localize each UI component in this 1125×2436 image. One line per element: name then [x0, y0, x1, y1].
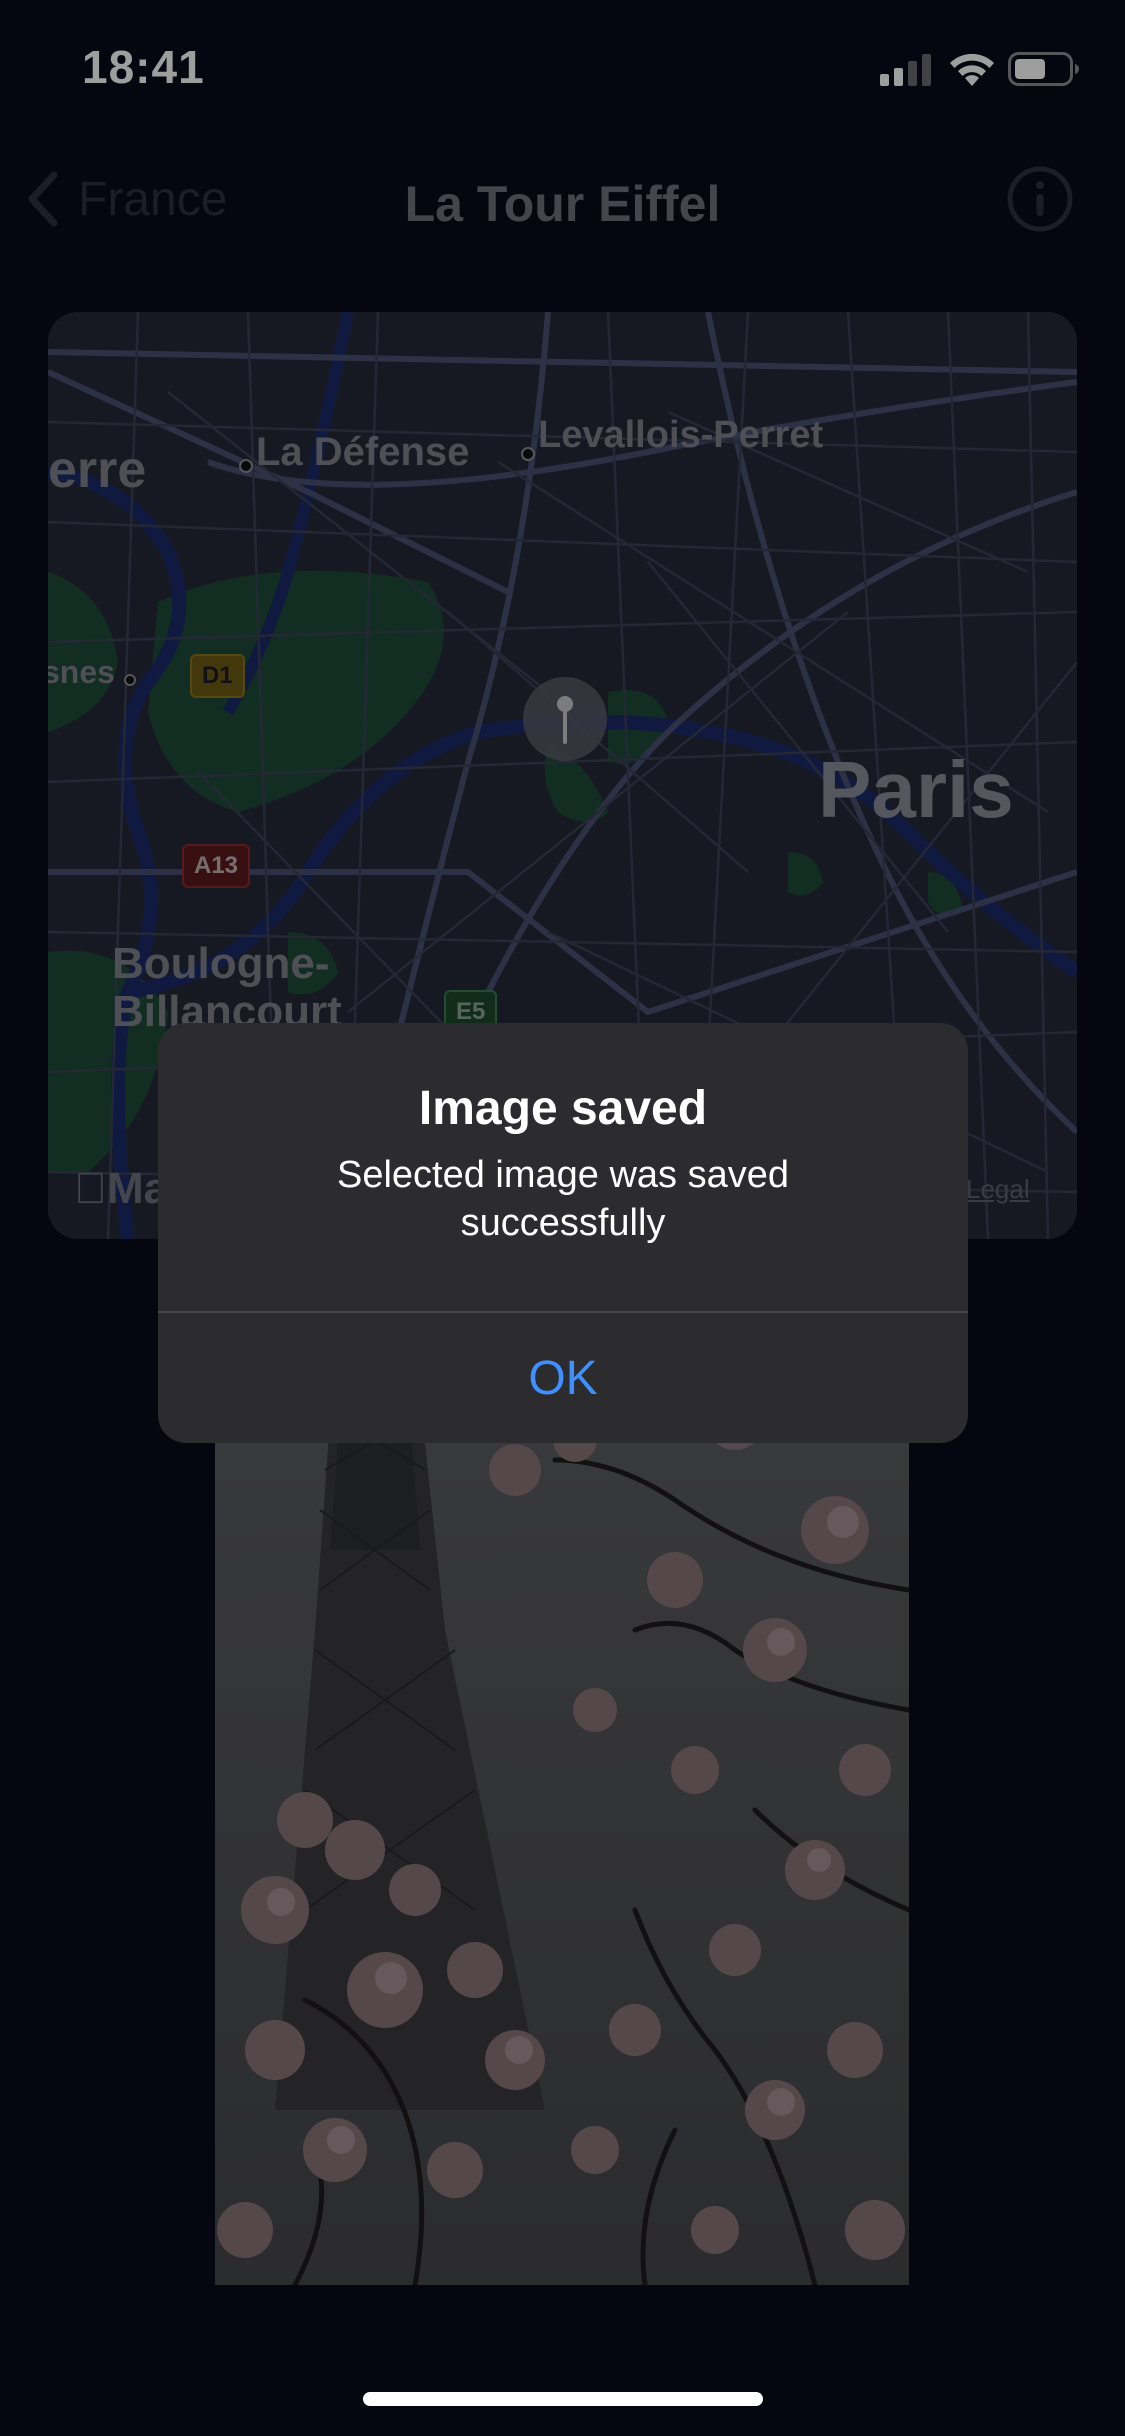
alert-dialog: Image saved Selected image was saved suc… [158, 1023, 968, 1443]
ok-button[interactable]: OK [158, 1313, 968, 1443]
alert-message: Selected image was saved successfully [336, 1154, 790, 1244]
screen: 18:41 France La Tour Eiffel erre La Défe… [0, 0, 1125, 2436]
home-indicator[interactable] [363, 2392, 763, 2406]
alert-title: Image saved [418, 1082, 708, 1135]
